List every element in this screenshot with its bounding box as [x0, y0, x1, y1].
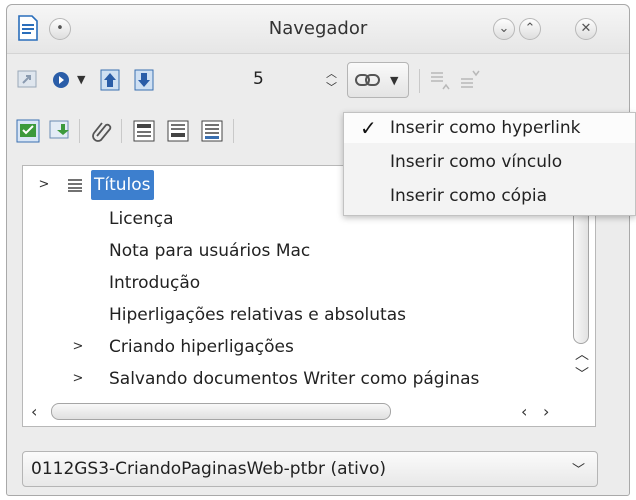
toolbar-separator — [233, 119, 234, 143]
menu-item-label: Inserir como hyperlink — [390, 118, 581, 138]
tree-row[interactable]: Licença — [109, 204, 174, 234]
scroll-up-icon[interactable]: ︿ — [575, 346, 589, 364]
menu-item-insert-as-link[interactable]: Inserir como vínculo — [344, 147, 635, 177]
promote-level-icon[interactable] — [427, 67, 453, 93]
horizontal-scrollbar[interactable]: ‹ ‹ › — [23, 398, 569, 426]
scroll-right-icon[interactable]: › — [543, 403, 549, 421]
expand-icon[interactable]: > — [71, 364, 85, 394]
tree-row[interactable]: Nota para usuários Mac — [109, 236, 310, 266]
page-number-spinner[interactable]: 5 ︿ ﹀ — [245, 63, 341, 97]
header-icon[interactable] — [131, 118, 157, 144]
drag-mode-menu: ✓ Inserir como hyperlink Inserir como ví… — [343, 112, 636, 216]
chevron-down-icon: ﹀ — [571, 463, 585, 478]
navigation-dropdown-icon[interactable]: ▼ — [77, 71, 85, 89]
document-select-value: 0112GS3-CriandoPaginasWeb-ptbr (ativo) — [31, 459, 386, 479]
tree-item-label: Introdução — [109, 273, 201, 293]
anchor-text-icon[interactable] — [199, 118, 225, 144]
menu-item-label: Inserir como cópia — [390, 186, 548, 206]
next-object-icon[interactable] — [131, 67, 157, 93]
previous-object-icon[interactable] — [97, 67, 123, 93]
scroll-left-end-icon[interactable]: ‹ — [521, 403, 527, 421]
menu-item-label: Inserir como vínculo — [390, 152, 563, 172]
vertical-scroll-thumb[interactable] — [573, 196, 589, 344]
document-select[interactable]: 0112GS3-CriandoPaginasWeb-ptbr (ativo) ﹀ — [22, 451, 598, 487]
expand-icon[interactable]: > — [37, 170, 51, 200]
tree-row[interactable]: Introdução — [109, 268, 200, 298]
paperclip-icon[interactable] — [89, 118, 115, 144]
tree-row[interactable]: > Salvando documentos Writer como página… — [23, 364, 569, 394]
horizontal-scroll-thumb[interactable] — [51, 403, 391, 420]
tree-item-label: Títulos — [91, 170, 154, 200]
set-reminder-icon[interactable] — [47, 118, 73, 144]
headings-icon — [68, 179, 82, 192]
menu-item-insert-as-copy[interactable]: Inserir como cópia — [344, 181, 635, 211]
navigation-icon[interactable] — [49, 67, 75, 93]
tree-row[interactable]: Hiperligações relativas e absolutas — [109, 300, 406, 330]
title-bar[interactable]: • Navegador ⌄ ⌃ ✕ — [7, 5, 629, 54]
footer-icon[interactable] — [165, 118, 191, 144]
tree-row[interactable]: > Criando hiperligações — [23, 332, 569, 362]
minimize-button[interactable]: ⌄ — [493, 18, 515, 40]
tree-item-label: Salvando documentos Writer como páginas — [109, 369, 480, 389]
toolbar-separator — [121, 119, 122, 143]
expand-icon[interactable]: > — [71, 332, 85, 362]
link-icon — [355, 74, 380, 86]
navigator-window: • Navegador ⌄ ⌃ ✕ ▼ 5 ︿ ﹀ ▼ > Títulos Li… — [6, 4, 630, 496]
tree-item-label: Nota para usuários Mac — [109, 241, 311, 261]
toggle-icon[interactable] — [15, 67, 41, 93]
content-view-icon[interactable] — [15, 118, 41, 144]
drag-mode-dropdown-icon: ▼ — [390, 74, 399, 87]
menu-item-insert-as-hyperlink[interactable]: ✓ Inserir como hyperlink — [344, 113, 635, 143]
scroll-down-icon[interactable]: ﹀ — [575, 366, 589, 384]
toolbar-separator — [79, 119, 80, 143]
maximize-button[interactable]: ⌃ — [519, 18, 541, 40]
spin-down-icon[interactable]: ﹀ — [326, 79, 337, 95]
toolbar-separator — [419, 69, 420, 93]
demote-level-icon[interactable] — [457, 67, 483, 93]
tree-item-label: Criando hiperligações — [109, 337, 294, 357]
tree-item-label: Licença — [109, 209, 174, 229]
check-icon: ✓ — [360, 116, 377, 140]
tree-item-label: Hiperligações relativas e absolutas — [109, 305, 406, 325]
page-number-value: 5 — [253, 69, 264, 89]
close-button[interactable]: ✕ — [575, 18, 597, 40]
scroll-left-icon[interactable]: ‹ — [31, 403, 37, 421]
drag-mode-button[interactable]: ▼ — [347, 62, 409, 98]
